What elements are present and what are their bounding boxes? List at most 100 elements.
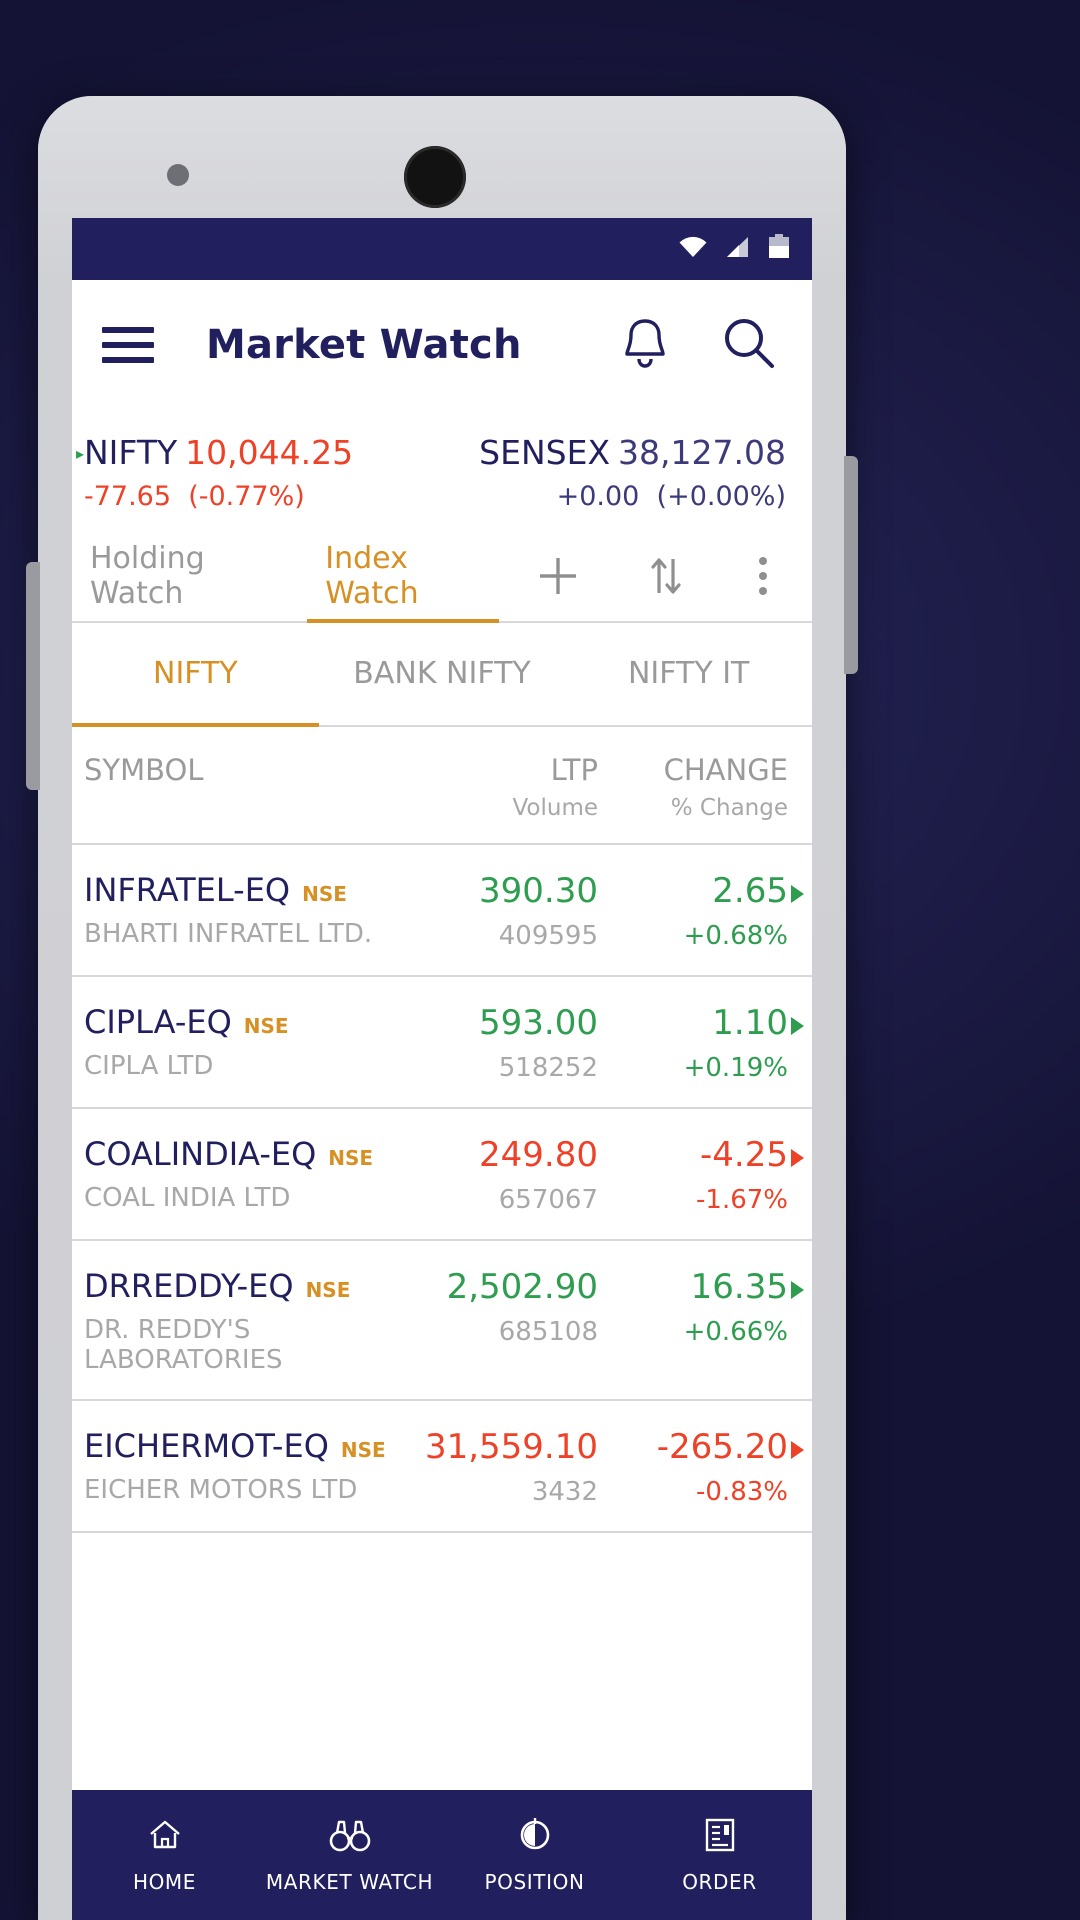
row-symbol-cell: INFRATEL-EQ NSE BHARTI INFRATEL LTD.	[84, 871, 388, 949]
row-company-name: DR. REDDY'S LABORATORIES	[84, 1314, 283, 1375]
index-tab-nifty[interactable]: NIFTY	[72, 623, 319, 727]
app-bar: Market Watch	[72, 280, 812, 410]
hamburger-line	[102, 357, 154, 363]
row-symbol-cell: DRREDDY-EQ NSE DR. REDDY'S LABORATORIES	[84, 1267, 388, 1375]
column-change-label: CHANGE	[663, 752, 788, 787]
row-symbol: CIPLA-EQ	[84, 1002, 232, 1041]
row-pct-change: +0.66%	[683, 1316, 788, 1347]
watchlist-tab-bar: Holding Watch Index Watch	[72, 530, 812, 623]
table-row[interactable]: COALINDIA-EQ NSE COAL INDIA LTD 249.80 6…	[72, 1109, 812, 1241]
row-change: 1.10	[712, 1002, 788, 1043]
row-company-name: BHARTI INFRATEL LTD.	[84, 918, 373, 949]
table-row[interactable]: INFRATEL-EQ NSE BHARTI INFRATEL LTD. 390…	[72, 845, 812, 977]
search-icon[interactable]	[722, 316, 776, 374]
bell-icon[interactable]	[620, 316, 670, 374]
ticker-sensex[interactable]: SENSEX 38,127.08 +0.00 (+0.00%)	[479, 432, 786, 515]
more-vertical-icon[interactable]	[714, 531, 812, 621]
battery-icon	[768, 234, 790, 264]
front-camera	[404, 146, 466, 208]
volume-button[interactable]	[26, 562, 40, 790]
nav-label-market-watch: MARKET WATCH	[265, 1870, 434, 1894]
tab-index-watch[interactable]: Index Watch	[307, 531, 500, 623]
row-ltp: 31,559.10	[424, 1426, 598, 1467]
row-symbol: EICHERMOT-EQ	[84, 1426, 329, 1465]
row-exchange-badge: NSE	[340, 1437, 386, 1462]
ticker-sensex-value: 38,127.08	[618, 433, 786, 472]
nav-label-position: POSITION	[484, 1870, 585, 1894]
hamburger-icon[interactable]	[102, 318, 154, 372]
index-ticker-strip: ▸ NIFTY 10,044.25 -77.65 (-0.77%) SENSEX 3…	[72, 410, 812, 531]
row-symbol-cell: EICHERMOT-EQ NSE EICHER MOTORS LTD	[84, 1427, 388, 1505]
ticker-nifty-label: NIFTY	[84, 433, 178, 472]
ticker-sensex-label: SENSEX	[479, 433, 611, 472]
row-change-cell: 2.65 +0.68%	[598, 870, 804, 951]
row-symbol: COALINDIA-EQ	[84, 1134, 317, 1173]
table-row[interactable]: CIPLA-EQ NSE CIPLA LTD 593.00 518252 1.1…	[72, 977, 812, 1109]
signal-icon	[725, 235, 751, 263]
table-row[interactable]: DRREDDY-EQ NSE DR. REDDY'S LABORATORIES …	[72, 1241, 812, 1401]
row-company-name: COAL INDIA LTD	[84, 1182, 291, 1213]
row-change-cell: -4.25 -1.67%	[598, 1135, 804, 1215]
ticker-nifty-change: -77.65	[84, 481, 172, 513]
position-icon	[515, 1816, 555, 1858]
trend-up-icon	[791, 884, 804, 903]
watchlist-table: INFRATEL-EQ NSE BHARTI INFRATEL LTD. 390…	[72, 844, 812, 1533]
ticker-scroll-arrow-icon: ▸	[76, 444, 85, 463]
row-exchange-badge: NSE	[302, 881, 347, 906]
row-change: 16.35	[690, 1266, 788, 1307]
row-symbol-cell: CIPLA-EQ NSE CIPLA LTD	[84, 1003, 388, 1081]
index-tab-bar: NIFTY BANK NIFTY NIFTY IT	[72, 622, 812, 727]
power-button[interactable]	[844, 456, 858, 674]
row-ltp: 2,502.90	[446, 1266, 598, 1307]
bottom-navigation-bar: HOME MARKET WATCH POSITION ORDER	[72, 1790, 812, 1920]
row-change-cell: 1.10 +0.19%	[598, 1002, 804, 1083]
wifi-icon	[678, 235, 708, 263]
column-ltp[interactable]: LTP Volume	[388, 753, 598, 821]
row-change: 2.65	[712, 870, 788, 911]
sort-arrows-icon[interactable]	[617, 531, 715, 621]
row-ltp-cell: 2,502.90 685108	[388, 1267, 598, 1347]
phone-screen: Market Watch ▸ NIFTY 10,044.25 -77.65 (-…	[72, 218, 812, 1920]
row-ltp-cell: 390.30 409595	[388, 871, 598, 951]
row-symbol-cell: COALINDIA-EQ NSE COAL INDIA LTD	[84, 1135, 388, 1213]
row-volume: 518252	[498, 1052, 598, 1083]
nav-item-market-watch[interactable]: MARKET WATCH	[257, 1790, 442, 1920]
row-change-cell: -265.20 -0.83%	[598, 1427, 804, 1507]
ticker-nifty-percent: (-0.77%)	[188, 481, 305, 513]
nav-item-order[interactable]: ORDER	[627, 1790, 812, 1920]
row-exchange-badge: NSE	[243, 1013, 289, 1038]
tab-holding-watch[interactable]: Holding Watch	[72, 531, 307, 621]
column-change[interactable]: CHANGE % Change	[598, 753, 788, 821]
row-pct-change: -0.83%	[696, 1476, 788, 1507]
trend-up-icon	[791, 1016, 804, 1035]
column-volume-label: Volume	[512, 794, 598, 821]
column-pct-change-label: % Change	[670, 794, 788, 821]
row-company-name: CIPLA LTD	[84, 1050, 214, 1081]
nav-label-home: HOME	[132, 1870, 197, 1894]
table-row[interactable]: EICHERMOT-EQ NSE EICHER MOTORS LTD 31,55…	[72, 1401, 812, 1533]
ticker-sensex-change: +0.00	[556, 481, 640, 513]
ticker-nifty-value: 10,044.25	[185, 433, 354, 472]
hamburger-line	[102, 327, 154, 333]
row-company-name: EICHER MOTORS LTD	[84, 1474, 358, 1505]
nav-item-position[interactable]: POSITION	[442, 1790, 627, 1920]
index-tab-bank-nifty[interactable]: BANK NIFTY	[319, 623, 566, 725]
index-tab-nifty-it[interactable]: NIFTY IT	[565, 623, 812, 725]
row-ltp-cell: 31,559.10 3432	[388, 1427, 598, 1507]
hamburger-line	[102, 342, 154, 348]
row-volume: 657067	[498, 1184, 598, 1215]
row-volume: 409595	[498, 920, 598, 951]
row-ltp: 593.00	[479, 1002, 598, 1043]
column-symbol[interactable]: SYMBOL	[84, 753, 388, 821]
page-title: Market Watch	[206, 322, 522, 368]
ticker-nifty[interactable]: NIFTY 10,044.25 -77.65 (-0.77%)	[84, 432, 353, 515]
ticker-sensex-percent: (+0.00%)	[656, 481, 786, 513]
status-bar	[72, 218, 812, 280]
table-column-header: SYMBOL LTP Volume CHANGE % Change	[72, 727, 812, 845]
row-change-cell: 16.35 +0.66%	[598, 1266, 804, 1347]
nav-label-order: ORDER	[682, 1870, 757, 1894]
phone-device: Market Watch ▸ NIFTY 10,044.25 -77.65 (-…	[26, 96, 858, 1920]
plus-icon[interactable]	[499, 531, 616, 621]
nav-item-home[interactable]: HOME	[72, 1790, 257, 1920]
row-exchange-badge: NSE	[328, 1145, 374, 1170]
